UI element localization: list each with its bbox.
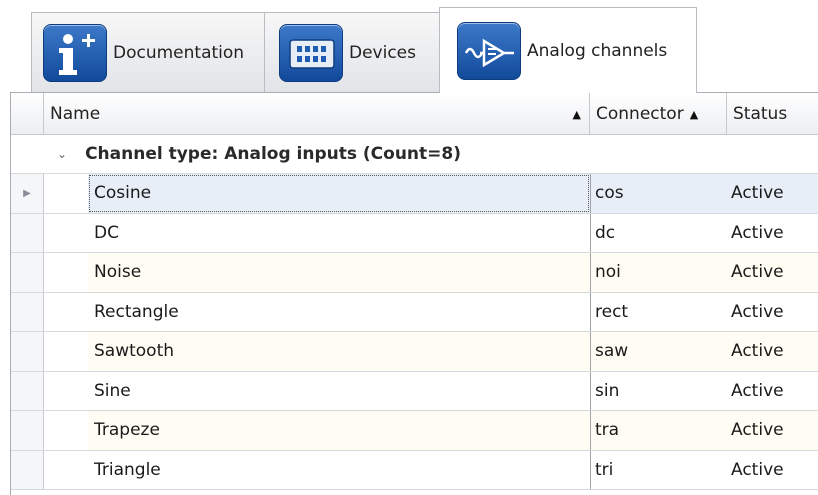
row-indicator xyxy=(11,332,44,371)
group-indent xyxy=(44,213,88,252)
column-header-status[interactable]: Status xyxy=(727,93,818,135)
sort-ascending-icon: ▲ xyxy=(689,107,699,121)
column-header-connector-label: Connector xyxy=(596,104,684,124)
cell-connector[interactable]: tra xyxy=(590,411,727,450)
cell-connector[interactable]: sin xyxy=(590,371,727,410)
table-row[interactable]: Trapeze tra Active xyxy=(11,411,818,451)
cell-status[interactable]: Active xyxy=(727,451,818,490)
cell-connector[interactable]: dc xyxy=(590,213,727,252)
row-indicator xyxy=(11,371,44,410)
cell-connector[interactable]: rect xyxy=(590,292,727,331)
group-indent xyxy=(44,332,88,371)
cell-connector[interactable]: tri xyxy=(590,450,727,489)
cell-status[interactable]: Active xyxy=(727,293,818,332)
tab-analog-channels[interactable]: Analog channels xyxy=(439,7,697,93)
cell-name[interactable]: DC xyxy=(88,214,590,253)
row-indicator xyxy=(11,411,44,450)
table-row[interactable]: Noise noi Active xyxy=(11,253,818,293)
tab-documentation-label: Documentation xyxy=(113,42,245,63)
cell-status[interactable]: Active xyxy=(727,214,818,253)
cell-name[interactable]: Cosine xyxy=(88,174,590,213)
grid-rows: ▶ Cosine cos Active DC dc Active Noise n… xyxy=(11,174,818,495)
row-indicator xyxy=(11,213,44,252)
tab-devices[interactable]: Devices xyxy=(264,12,440,92)
group-row[interactable]: ⌄ Channel type: Analog inputs (Count=8) xyxy=(11,135,818,174)
collapse-chevron-icon[interactable]: ⌄ xyxy=(57,147,67,161)
group-indent xyxy=(44,411,88,450)
cell-name[interactable]: Noise xyxy=(88,253,590,292)
channel-grid: Name ▲ Connector ▲ Status ⌄ Channel type… xyxy=(10,92,818,495)
sort-ascending-icon: ▲ xyxy=(572,107,581,121)
cell-name[interactable]: Trapeze xyxy=(88,411,590,450)
row-indicator: ▶ xyxy=(11,174,44,213)
grid-header: Name ▲ Connector ▲ Status xyxy=(11,93,818,135)
cell-status[interactable]: Active xyxy=(727,332,818,371)
cell-status[interactable]: Active xyxy=(727,174,818,213)
group-indent xyxy=(44,371,88,410)
analog-channels-icon xyxy=(457,21,521,80)
header-row-indicator xyxy=(11,93,44,135)
tab-documentation[interactable]: Documentation xyxy=(31,12,265,92)
column-header-name[interactable]: Name ▲ xyxy=(44,93,590,135)
table-row[interactable]: ▶ Cosine cos Active xyxy=(11,174,818,214)
cell-status[interactable]: Active xyxy=(727,253,818,292)
tab-analog-channels-label: Analog channels xyxy=(527,40,668,61)
cell-connector[interactable]: saw xyxy=(590,332,727,371)
cell-status[interactable]: Active xyxy=(727,372,818,411)
group-indent xyxy=(44,253,88,292)
tab-devices-label: Devices xyxy=(349,42,416,63)
tab-strip: Documentation Devices Analog channels xyxy=(0,0,818,93)
cell-name[interactable]: Triangle xyxy=(88,451,590,490)
column-header-status-label: Status xyxy=(733,104,788,124)
table-row[interactable]: DC dc Active xyxy=(11,213,818,253)
current-row-icon: ▶ xyxy=(23,187,31,199)
column-header-connector[interactable]: Connector ▲ xyxy=(590,93,727,135)
cell-name[interactable]: Sine xyxy=(88,372,590,411)
cell-connector[interactable]: noi xyxy=(590,253,727,292)
cell-name[interactable]: Rectangle xyxy=(88,293,590,332)
row-indicator xyxy=(11,253,44,292)
group-indent xyxy=(44,450,88,489)
documentation-info-icon xyxy=(43,23,107,82)
group-label: Channel type: Analog inputs (Count=8) xyxy=(85,144,462,164)
group-indent xyxy=(44,174,88,213)
table-row[interactable]: Rectangle rect Active xyxy=(11,292,818,332)
group-indent xyxy=(44,292,88,331)
table-row[interactable]: Sine sin Active xyxy=(11,371,818,411)
row-indicator xyxy=(11,450,44,489)
table-row[interactable]: Triangle tri Active xyxy=(11,450,818,490)
column-header-name-label: Name xyxy=(50,104,101,124)
row-indicator xyxy=(11,292,44,331)
cell-status[interactable]: Active xyxy=(727,411,818,450)
devices-icon xyxy=(279,23,343,82)
cell-name[interactable]: Sawtooth xyxy=(88,332,590,371)
cell-connector[interactable]: cos xyxy=(590,174,727,213)
table-row[interactable]: Sawtooth saw Active xyxy=(11,332,818,372)
